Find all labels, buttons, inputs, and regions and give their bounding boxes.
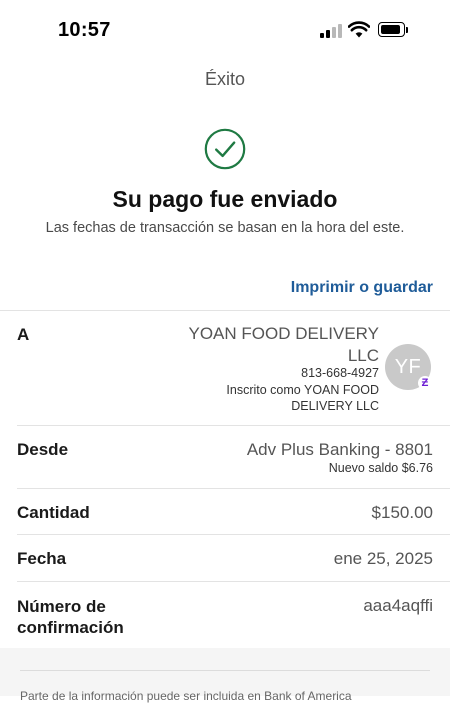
recipient-name: YOAN FOOD DELIVERY LLC bbox=[188, 324, 379, 365]
divider bbox=[0, 310, 450, 311]
amount-label: Cantidad bbox=[17, 503, 90, 522]
confirmation-number-value: aaa4aqffi bbox=[363, 596, 433, 615]
timezone-note: Las fechas de transacción se basan en la… bbox=[45, 220, 405, 236]
date-label: Fecha bbox=[17, 549, 67, 568]
success-check-icon bbox=[204, 128, 246, 170]
confirmation-number-label: Número de confirmación bbox=[17, 597, 124, 637]
recipient-registered-as: Inscrito como YOAN FOOD DELIVERY LLC bbox=[226, 383, 379, 413]
divider bbox=[17, 534, 450, 535]
battery-cap bbox=[406, 27, 408, 33]
zelle-icon: Ƶ bbox=[418, 376, 432, 390]
new-balance: Nuevo saldo $6.76 bbox=[328, 461, 433, 475]
recipient-phone: 813-668-4927 bbox=[301, 366, 379, 380]
wifi-icon bbox=[348, 21, 370, 38]
page-title: Éxito bbox=[204, 69, 246, 89]
cellular-signal-icon bbox=[320, 23, 344, 38]
amount-value: $150.00 bbox=[371, 503, 433, 522]
status-time: 10:57 bbox=[58, 19, 111, 41]
footer: Parte de la información puede ser inclui… bbox=[0, 648, 450, 703]
date-value: ene 25, 2025 bbox=[333, 549, 433, 568]
from-account: Adv Plus Banking - 8801 bbox=[246, 440, 433, 459]
divider bbox=[17, 488, 450, 489]
battery-icon bbox=[378, 22, 405, 37]
from-label: Desde bbox=[17, 440, 69, 459]
footer-text: Parte de la información puede ser inclui… bbox=[20, 689, 352, 703]
to-label: A bbox=[17, 325, 30, 344]
footer-divider bbox=[20, 670, 430, 671]
status-bar: 10:57 bbox=[0, 0, 450, 60]
print-or-save-link[interactable]: Imprimir o guardar bbox=[291, 279, 433, 297]
divider bbox=[17, 425, 450, 426]
divider bbox=[17, 581, 450, 582]
confirmation-heading: Su pago fue enviado bbox=[112, 186, 338, 212]
